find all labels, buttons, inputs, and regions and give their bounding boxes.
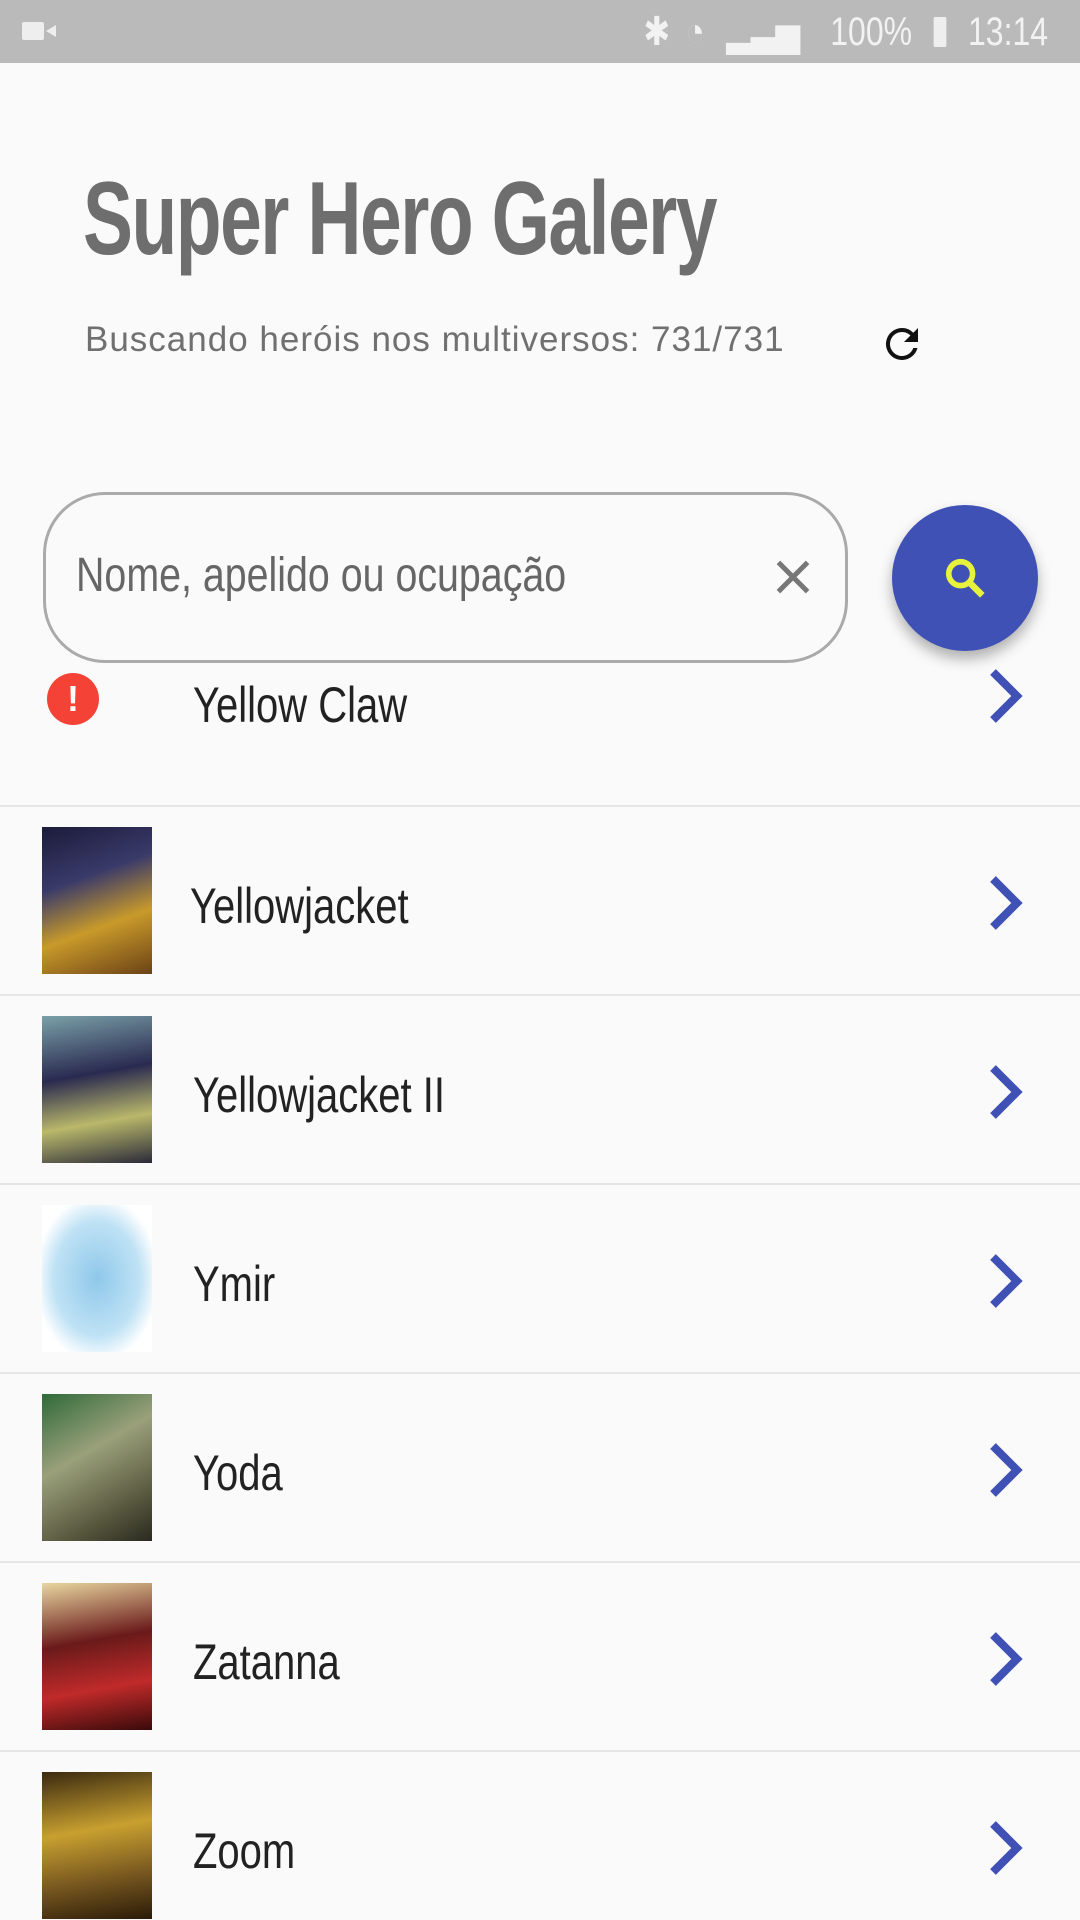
bluetooth-icon: ✱ <box>642 10 670 54</box>
hero-name: Zoom <box>193 1823 296 1879</box>
search-icon <box>945 558 985 598</box>
battery-icon <box>933 17 947 47</box>
hero-name: Ymir <box>193 1256 276 1312</box>
hero-name: Yellow Claw <box>193 677 408 733</box>
refresh-icon[interactable] <box>878 320 926 368</box>
wifi-icon: ◔ <box>685 9 705 54</box>
progress-text: Buscando heróis nos multiversos: 731/731 <box>85 320 785 359</box>
chevron-right-icon <box>990 1821 1023 1875</box>
chevron-right-icon <box>990 1254 1023 1308</box>
hero-thumbnail <box>42 1583 152 1730</box>
list-item[interactable]: Yoda <box>0 1374 1080 1563</box>
hero-list[interactable]: ! Yellow Claw Yellowjacket Yellowjacket … <box>0 663 1080 1920</box>
chevron-right-icon <box>990 1632 1023 1686</box>
hero-thumbnail <box>42 1394 152 1541</box>
status-bar: ✱ ◔ ▂▃▅ 100% 13:14 <box>0 0 1080 63</box>
search-button[interactable] <box>892 505 1038 651</box>
chevron-right-icon <box>990 1443 1023 1497</box>
hero-thumbnail <box>42 1772 152 1919</box>
search-input[interactable] <box>76 540 634 610</box>
list-item[interactable]: ! Yellow Claw <box>0 663 1080 807</box>
clock: 13:14 <box>967 9 1048 54</box>
page-title: Super Hero Galery <box>83 161 718 277</box>
hero-name: Yellowjacket <box>190 878 409 934</box>
clear-icon[interactable] <box>768 552 818 602</box>
list-item[interactable]: Ymir <box>0 1185 1080 1374</box>
signal-icon: ▂▃▅ <box>726 10 801 54</box>
hero-name: Zatanna <box>193 1634 340 1690</box>
list-item[interactable]: Yellowjacket II <box>0 996 1080 1185</box>
hero-thumbnail <box>42 1016 152 1163</box>
battery-percent: 100% <box>829 9 912 54</box>
hero-thumbnail <box>42 1205 152 1352</box>
chevron-right-icon <box>990 1065 1023 1119</box>
hero-name: Yellowjacket II <box>193 1067 445 1123</box>
list-item[interactable]: Yellowjacket <box>0 807 1080 996</box>
hero-thumbnail <box>42 827 152 974</box>
hero-name: Yoda <box>193 1445 283 1501</box>
error-icon: ! <box>47 673 99 725</box>
search-field[interactable] <box>43 492 848 663</box>
chevron-right-icon <box>990 669 1023 723</box>
chevron-right-icon <box>990 876 1023 930</box>
list-item[interactable]: Zoom <box>0 1752 1080 1920</box>
list-item[interactable]: Zatanna <box>0 1563 1080 1752</box>
video-camera-icon <box>22 22 56 40</box>
